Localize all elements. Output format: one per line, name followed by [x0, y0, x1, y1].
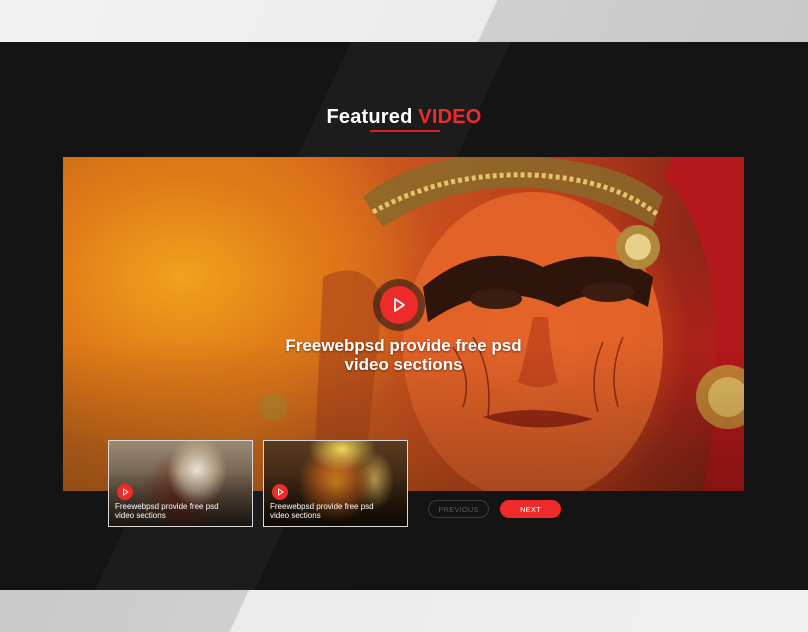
play-icon[interactable]: [117, 484, 133, 500]
featured-video-section: Featured VIDEO Freewebpsd provide free p…: [0, 42, 808, 590]
backdrop-top: [0, 0, 808, 42]
thumbnail-caption-line1: Freewebpsd provide free psd: [270, 502, 374, 511]
video-thumbnail-1[interactable]: Freewebpsd provide free psd video sectio…: [108, 440, 253, 527]
hero-caption-line2: video sections: [344, 355, 463, 374]
section-title: Featured VIDEO: [0, 106, 808, 129]
previous-button[interactable]: PREVIOUS: [428, 500, 489, 518]
title-underline: [370, 130, 440, 132]
thumbnail-caption-line1: Freewebpsd provide free psd: [115, 502, 219, 511]
thumbnail-caption-line2: video sections: [115, 511, 166, 520]
hero-caption-line1: Freewebpsd provide free psd: [285, 336, 522, 355]
thumbnail-caption-line2: video sections: [270, 511, 321, 520]
play-icon[interactable]: [272, 484, 288, 500]
video-thumbnail-2[interactable]: Freewebpsd provide free psd video sectio…: [263, 440, 408, 527]
hero-caption: Freewebpsd provide free psd video sectio…: [63, 336, 744, 374]
thumbnail-caption: Freewebpsd provide free psd video sectio…: [115, 502, 251, 520]
hero-play-button[interactable]: [373, 279, 425, 331]
section-title-white: Featured: [326, 106, 413, 128]
thumbnail-caption: Freewebpsd provide free psd video sectio…: [270, 502, 406, 520]
next-button[interactable]: NEXT: [500, 500, 561, 518]
section-title-red: VIDEO: [418, 106, 482, 128]
backdrop-bottom: [0, 590, 808, 632]
play-icon: [380, 286, 418, 324]
